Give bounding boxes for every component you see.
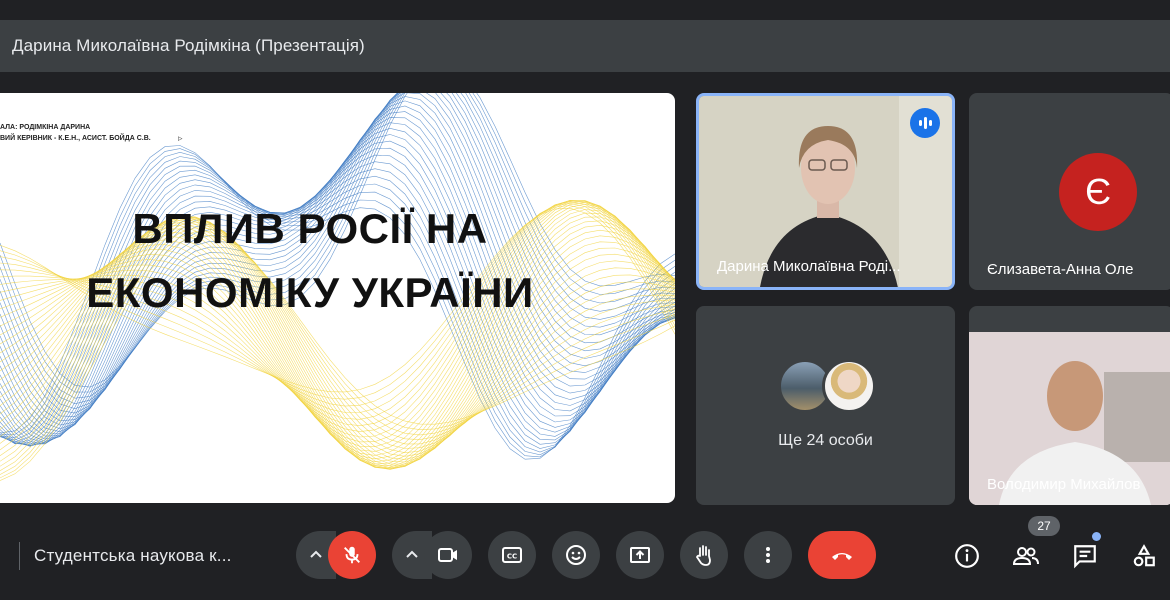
presentation-slide: АЛА: РОДІМКІНА ДАРИНА ВИЙ КЕРІВНИК - К.Е…	[0, 93, 675, 503]
more-options-button[interactable]	[744, 531, 792, 579]
participant-name: Володимир Михайлов	[987, 476, 1141, 493]
participant-tile-e[interactable]: Є Єлизавета-Анна Оле	[969, 93, 1170, 290]
activities-icon	[1133, 544, 1155, 567]
slide-meta-author: АЛА: РОДІМКІНА ДАРИНА	[0, 124, 91, 131]
people-icon	[1012, 547, 1039, 565]
present-icon	[630, 547, 650, 563]
more-participants-label: Ще 24 особи	[778, 432, 873, 449]
slide-title-line1: ВПЛИВ РОСІЇ НА	[132, 205, 488, 252]
emoji-icon	[566, 545, 586, 565]
avatar	[822, 359, 876, 413]
call-end-icon	[832, 553, 852, 560]
mic-toggle-button[interactable]	[328, 531, 376, 579]
camera-icon	[438, 548, 457, 562]
avatar: Є	[1059, 153, 1137, 231]
meeting-details-button[interactable]	[947, 536, 987, 576]
camera-toggle-button[interactable]	[424, 531, 472, 579]
raise-hand-icon	[695, 545, 711, 566]
participant-tile-speaker[interactable]: Дарина Миколаївна Роді...	[696, 93, 955, 290]
activities-button[interactable]	[1124, 536, 1164, 576]
bottom-toolbar: ) Студентська наукова к...	[0, 520, 1170, 600]
chevron-up-icon	[310, 550, 322, 558]
divider	[0, 542, 20, 570]
meeting-name: Студентська наукова к...	[34, 546, 232, 565]
more-vert-icon	[766, 547, 770, 563]
present-now-button[interactable]	[616, 531, 664, 579]
chat-button[interactable]	[1065, 536, 1105, 576]
mic-off-icon	[344, 546, 360, 564]
chevron-up-icon	[406, 550, 418, 558]
captions-icon: CC	[502, 547, 522, 563]
chat-icon	[1074, 545, 1096, 569]
svg-text:CC: CC	[507, 553, 517, 561]
participant-tile-v[interactable]: Володимир Михайлов	[969, 306, 1170, 505]
avatar-initial: Є	[1085, 171, 1111, 212]
info-icon	[955, 544, 979, 568]
cursor-icon: ▹	[178, 133, 183, 143]
people-button[interactable]	[1006, 536, 1046, 576]
participant-name: Дарина Миколаївна Роді...	[717, 258, 901, 275]
slide-title-line2: ЕКОНОМІКУ УКРАЇНИ	[86, 269, 534, 316]
slide-meta: АЛА: РОДІМКІНА ДАРИНА ВИЙ КЕРІВНИК - К.Е…	[0, 122, 151, 144]
presenter-title: Дарина Миколаївна Родімкіна (Презентація…	[12, 36, 365, 55]
presenter-bar: Дарина Миколаївна Родімкіна (Презентація…	[0, 20, 1170, 72]
chat-notification-dot	[1092, 532, 1101, 541]
participants-count-badge: 27	[1028, 516, 1060, 536]
leave-call-button[interactable]	[808, 531, 876, 579]
captions-button[interactable]: CC	[488, 531, 536, 579]
raise-hand-button[interactable]	[680, 531, 728, 579]
slide-meta-supervisor: ВИЙ КЕРІВНИК - К.Е.Н., АСИСТ. БОЙДА С.В.	[0, 135, 151, 142]
reactions-button[interactable]	[552, 531, 600, 579]
more-avatars	[778, 359, 878, 413]
participant-name: Єлизавета-Анна Оле	[987, 261, 1134, 278]
speaking-icon	[910, 108, 940, 138]
meet-window: Дарина Миколаївна Родімкіна (Презентація…	[0, 0, 1170, 600]
more-participants-tile[interactable]: Ще 24 особи	[696, 306, 955, 505]
